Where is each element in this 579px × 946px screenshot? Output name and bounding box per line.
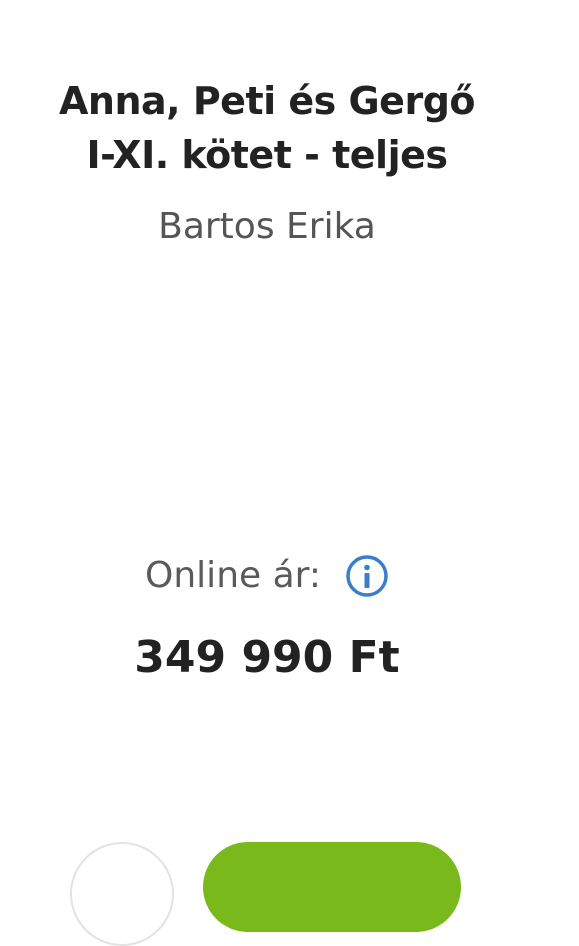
product-card: Anna, Peti és Gergő I-XI. kötet - teljes… <box>0 0 579 946</box>
price-label-row: Online ár: <box>0 550 534 602</box>
product-title-line2[interactable]: I-XI. kötet - teljes <box>87 133 448 177</box>
product-price: 349 990 Ft <box>134 632 400 683</box>
price-label: Online ár: <box>145 555 321 596</box>
wishlist-button[interactable] <box>70 842 174 946</box>
add-to-cart-button[interactable] <box>203 842 461 932</box>
product-title-line1[interactable]: Anna, Peti és Gergő <box>59 79 476 123</box>
product-title[interactable]: Anna, Peti és Gergő I-XI. kötet - teljes <box>30 74 504 182</box>
info-circle-icon[interactable] <box>345 554 389 598</box>
product-author[interactable]: Bartos Erika <box>30 203 504 251</box>
